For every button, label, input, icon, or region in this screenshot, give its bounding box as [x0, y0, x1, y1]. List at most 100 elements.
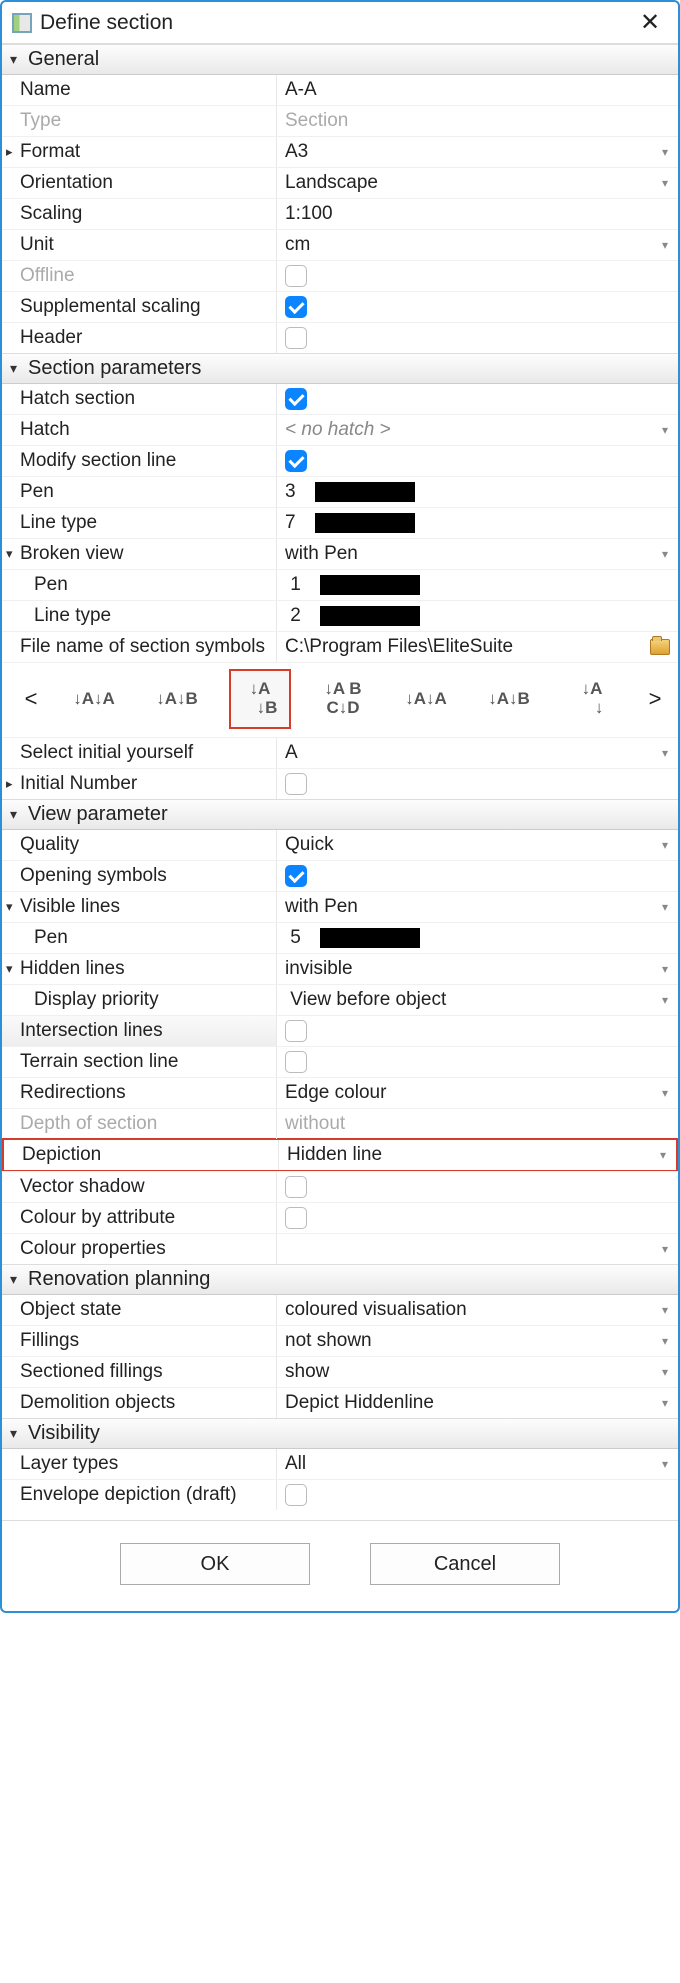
pen-swatch-icon: [320, 928, 420, 948]
chevron-down-icon: ▾: [10, 1425, 28, 1442]
depiction-label: Depiction: [4, 1140, 279, 1170]
hidden-lines-label[interactable]: ▾Hidden lines: [2, 954, 277, 984]
checkbox-icon: [285, 773, 307, 795]
offline-checkbox: [277, 261, 678, 291]
bv-pen-field[interactable]: 1: [277, 570, 678, 600]
hidden-lines-dropdown[interactable]: invisible▾: [277, 954, 678, 984]
initial-number-checkbox[interactable]: [277, 769, 678, 799]
ok-button[interactable]: OK: [120, 1543, 310, 1585]
sectioned-fillings-dropdown[interactable]: show▾: [277, 1357, 678, 1387]
pen-swatch-icon: [315, 482, 415, 502]
colour-properties-dropdown[interactable]: ▾: [277, 1234, 678, 1264]
display-priority-dropdown[interactable]: View before object▾: [277, 985, 678, 1015]
chevron-down-icon: ▾: [10, 51, 28, 68]
envelope-depiction-checkbox[interactable]: [277, 1480, 678, 1510]
hatch-dropdown[interactable]: < no hatch >▾: [277, 415, 678, 445]
chevron-down-icon: ▾: [662, 1303, 670, 1317]
select-initial-label: Select initial yourself: [2, 738, 277, 768]
section-header-general[interactable]: ▾ General: [2, 44, 678, 75]
modify-section-line-checkbox[interactable]: [277, 446, 678, 476]
select-initial-dropdown[interactable]: A▾: [277, 738, 678, 768]
checkbox-icon: [285, 1484, 307, 1506]
section-symbol-picker: < ↓A↓A ↓A↓B ↓A ↓B ↓A B C↓D ↓A↓A ↓A↓B ↓A …: [2, 662, 678, 737]
sectioned-fillings-label: Sectioned fillings: [2, 1357, 277, 1387]
chevron-down-icon: ▾: [660, 1148, 668, 1162]
hatch-label: Hatch: [2, 415, 277, 445]
chevron-down-icon: ▾: [662, 962, 670, 976]
colour-properties-label: Colour properties: [2, 1234, 277, 1264]
linetype-field[interactable]: 7: [277, 508, 678, 538]
section-header-view-parameter[interactable]: ▾ View parameter: [2, 799, 678, 830]
depth-of-section-value: without: [277, 1109, 678, 1139]
linetype-label: Line type: [2, 508, 277, 538]
opening-symbols-label: Opening symbols: [2, 861, 277, 891]
hatch-section-label: Hatch section: [2, 384, 277, 414]
initial-number-label[interactable]: ▸Initial Number: [2, 769, 277, 799]
bv-pen-label: Pen: [2, 570, 277, 600]
checkbox-icon: [285, 327, 307, 349]
scaling-label: Scaling: [2, 199, 277, 229]
checkbox-checked-icon: [285, 388, 307, 410]
chevron-down-icon: ▾: [662, 1086, 670, 1100]
terrain-section-line-checkbox[interactable]: [277, 1047, 678, 1077]
supplemental-scaling-checkbox[interactable]: [277, 292, 678, 322]
unit-label: Unit: [2, 230, 277, 260]
window-title: Define section: [40, 11, 632, 35]
section-header-visibility[interactable]: ▾ Visibility: [2, 1418, 678, 1449]
format-dropdown[interactable]: A3▾: [277, 137, 678, 167]
checkbox-checked-icon: [285, 865, 307, 887]
section-symbol-option[interactable]: ↓A ↓: [561, 669, 623, 729]
pen-label: Pen: [2, 477, 277, 507]
pen-field[interactable]: 3: [277, 477, 678, 507]
file-name-field[interactable]: C:\Program Files\EliteSuite: [277, 632, 678, 662]
section-symbol-option-selected[interactable]: ↓A ↓B: [229, 669, 291, 729]
broken-view-label[interactable]: ▾Broken view: [2, 539, 277, 569]
type-value: Section: [277, 106, 678, 136]
scroll-left-button[interactable]: <: [20, 686, 42, 712]
header-checkbox[interactable]: [277, 323, 678, 353]
scroll-right-button[interactable]: >: [644, 686, 666, 712]
checkbox-icon: [285, 265, 307, 287]
section-symbol-option[interactable]: ↓A B C↓D: [312, 669, 374, 729]
fillings-dropdown[interactable]: not shown▾: [277, 1326, 678, 1356]
cancel-button[interactable]: Cancel: [370, 1543, 560, 1585]
depiction-dropdown[interactable]: Hidden line▾: [279, 1140, 676, 1170]
visible-lines-dropdown[interactable]: with Pen▾: [277, 892, 678, 922]
close-icon[interactable]: ✕: [632, 5, 668, 41]
scaling-field[interactable]: 1:100: [277, 199, 678, 229]
linetype-swatch-icon: [315, 513, 415, 533]
offline-label: Offline: [2, 261, 277, 291]
broken-view-dropdown[interactable]: with Pen▾: [277, 539, 678, 569]
vector-shadow-checkbox[interactable]: [277, 1172, 678, 1202]
supplemental-scaling-label: Supplemental scaling: [2, 292, 277, 322]
chevron-down-icon: ▾: [662, 547, 670, 561]
format-label[interactable]: ▸Format: [2, 137, 277, 167]
name-field[interactable]: A-A: [277, 75, 678, 105]
envelope-depiction-label: Envelope depiction (draft): [2, 1480, 277, 1510]
section-symbol-option[interactable]: ↓A↓B: [146, 669, 208, 729]
intersection-lines-checkbox[interactable]: [277, 1016, 678, 1046]
visible-lines-label[interactable]: ▾Visible lines: [2, 892, 277, 922]
section-header-section-parameters[interactable]: ▾ Section parameters: [2, 353, 678, 384]
chevron-down-icon: ▾: [662, 1365, 670, 1379]
bv-linetype-label: Line type: [2, 601, 277, 631]
colour-by-attribute-checkbox[interactable]: [277, 1203, 678, 1233]
checkbox-checked-icon: [285, 296, 307, 318]
unit-dropdown[interactable]: cm▾: [277, 230, 678, 260]
bv-linetype-field[interactable]: 2: [277, 601, 678, 631]
section-symbol-option[interactable]: ↓A↓A: [395, 669, 457, 729]
demolition-objects-dropdown[interactable]: Depict Hiddenline▾: [277, 1388, 678, 1418]
section-symbol-option[interactable]: ↓A↓A: [63, 669, 125, 729]
vl-pen-field[interactable]: 5: [277, 923, 678, 953]
folder-icon[interactable]: [650, 639, 670, 655]
redirections-dropdown[interactable]: Edge colour▾: [277, 1078, 678, 1108]
quality-dropdown[interactable]: Quick▾: [277, 830, 678, 860]
section-header-renovation-planning[interactable]: ▾ Renovation planning: [2, 1264, 678, 1295]
object-state-dropdown[interactable]: coloured visualisation▾: [277, 1295, 678, 1325]
chevron-down-icon: ▾: [6, 899, 20, 915]
section-symbol-option[interactable]: ↓A↓B: [478, 669, 540, 729]
hatch-section-checkbox[interactable]: [277, 384, 678, 414]
orientation-dropdown[interactable]: Landscape▾: [277, 168, 678, 198]
opening-symbols-checkbox[interactable]: [277, 861, 678, 891]
layer-types-dropdown[interactable]: All▾: [277, 1449, 678, 1479]
